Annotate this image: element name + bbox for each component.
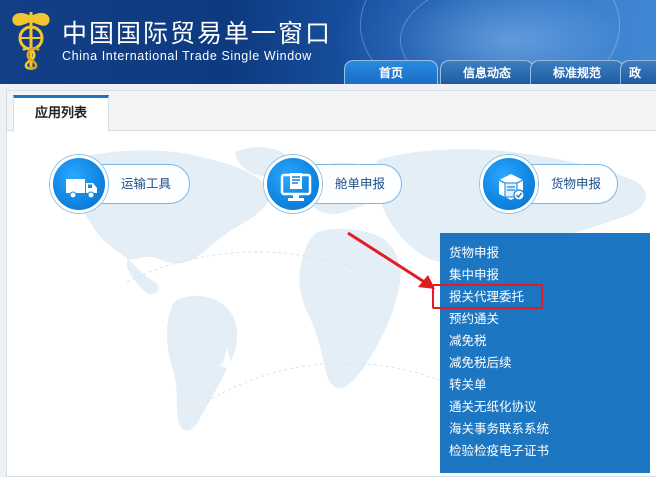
package-checklist-icon bbox=[498, 174, 525, 201]
menu-item-appointment-clearance[interactable]: 预约通关 bbox=[449, 308, 499, 330]
menu-item-goods-declaration[interactable]: 货物申报 bbox=[449, 242, 499, 264]
app-transport-button[interactable] bbox=[50, 155, 108, 213]
app-manifest[interactable]: 舱单申报 bbox=[264, 155, 404, 213]
menu-item-centralized-declaration[interactable]: 集中申报 bbox=[449, 264, 499, 286]
menu-item-transfer-form[interactable]: 转关单 bbox=[449, 374, 487, 396]
app-manifest-button[interactable] bbox=[264, 155, 322, 213]
menu-item-customs-contact-system[interactable]: 海关事务联系系统 bbox=[449, 418, 549, 440]
menu-item-tax-reduction[interactable]: 减免税 bbox=[449, 330, 487, 352]
customs-emblem-icon bbox=[12, 12, 50, 70]
menu-item-paperless-agreement[interactable]: 通关无纸化协议 bbox=[449, 396, 537, 418]
panel-tab-bar: 应用列表 bbox=[7, 91, 656, 132]
nav-tab-policy[interactable]: 政 bbox=[620, 60, 656, 84]
tab-app-list[interactable]: 应用列表 bbox=[13, 95, 109, 132]
site-title-cn: 中国国际贸易单一窗口 bbox=[62, 19, 333, 48]
nav-tab-standards[interactable]: 标准规范 bbox=[530, 60, 624, 84]
menu-item-inspection-certificate[interactable]: 检验检疫电子证书 bbox=[449, 440, 549, 462]
app-transport[interactable]: 运输工具 bbox=[50, 155, 190, 213]
monitor-document-icon bbox=[280, 173, 312, 201]
truck-icon bbox=[66, 179, 97, 199]
menu-item-tax-reduction-followup[interactable]: 减免税后续 bbox=[449, 352, 512, 374]
app-goods-declaration[interactable]: 货物申报 bbox=[480, 155, 630, 213]
app-goods-declaration-button[interactable] bbox=[480, 155, 538, 213]
nav-tab-home[interactable]: 首页 bbox=[344, 60, 438, 84]
nav-tab-news[interactable]: 信息动态 bbox=[440, 60, 534, 84]
red-arrow-annotation bbox=[347, 231, 435, 289]
site-title-en: China International Trade Single Window bbox=[62, 49, 312, 63]
site-header: 中国国际贸易单一窗口 China International Trade Sin… bbox=[0, 0, 656, 84]
goods-declaration-menu: 货物申报 集中申报 报关代理委托 预约通关 减免税 减免税后续 转关单 通关无纸… bbox=[440, 233, 650, 473]
